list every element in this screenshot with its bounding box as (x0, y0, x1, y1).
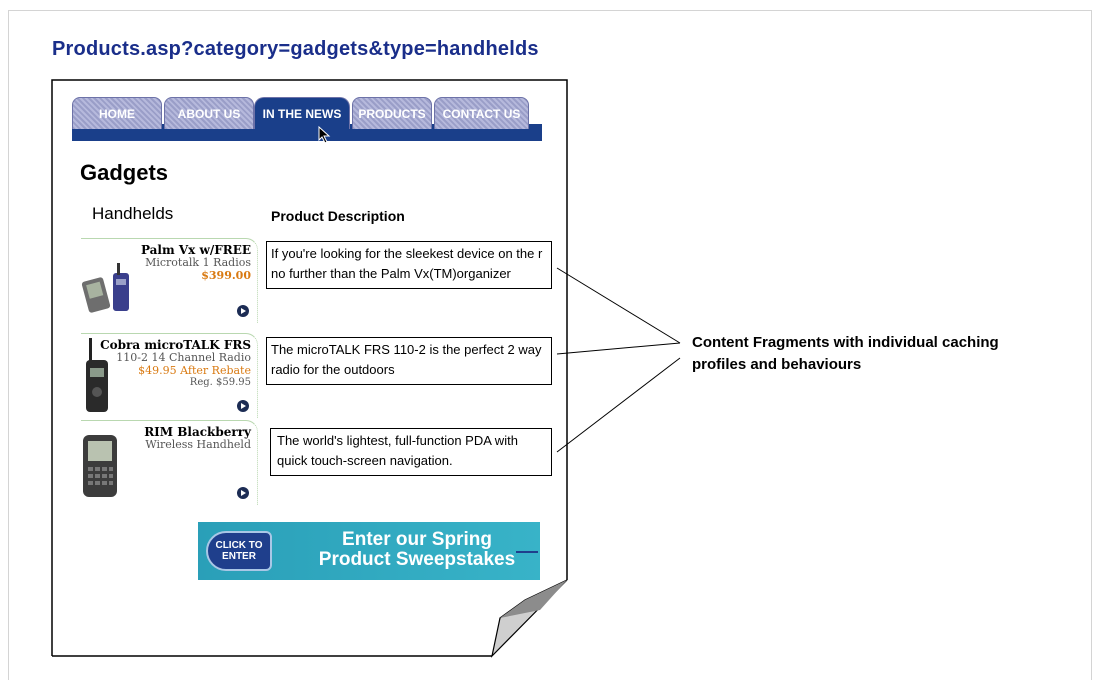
product-subtitle: Wireless Handheld (145, 438, 251, 451)
tab-products[interactable]: PRODUCTS (352, 97, 432, 129)
go-arrow-icon[interactable] (237, 305, 249, 317)
click-to-enter-button[interactable]: CLICK TO ENTER (206, 531, 272, 571)
product-regular-price: Reg. $59.95 (189, 377, 251, 388)
banner-text: Enter our Spring Product Sweepstakes (302, 530, 532, 570)
product-card-palm[interactable]: Palm Vx w/FREE Microtalk 1 Radios $399.0… (81, 238, 258, 323)
product-name[interactable]: Palm Vx w/FREE (141, 243, 251, 257)
product-price: $399.00 (201, 269, 251, 282)
tab-contact-us[interactable]: CONTACT US (434, 97, 529, 129)
description-line: The world's lightest, full-function PDA … (277, 433, 518, 448)
banner-button-line: CLICK TO (215, 540, 263, 551)
category-subtitle: Handhelds (92, 204, 174, 223)
sweepstakes-banner[interactable]: CLICK TO ENTER Enter our Spring Product … (198, 522, 540, 580)
connector-line-1 (556, 267, 681, 344)
go-arrow-icon[interactable] (237, 400, 249, 412)
banner-text-line: Product Sweepstakes (318, 549, 516, 570)
mouse-cursor-icon (318, 126, 331, 144)
product-card-cobra[interactable]: Cobra microTALK FRS 110-2 14 Channel Rad… (81, 333, 258, 418)
banner-button-line: ENTER (222, 551, 256, 562)
page-title: Gadgets (80, 160, 169, 185)
banner-text-line: Enter our Spring (342, 529, 492, 550)
product-name[interactable]: RIM Blackberry (144, 425, 251, 439)
tab-in-the-news[interactable]: IN THE NEWS (254, 97, 350, 129)
description-line: radio for the outdoors (271, 362, 395, 377)
annotation-line: Content Fragments with individual cachin… (692, 334, 999, 351)
connector-line-3 (556, 357, 681, 453)
tab-home[interactable]: HOME (72, 97, 162, 129)
description-fragment-2: The microTALK FRS 110-2 is the perfect 2… (266, 337, 552, 385)
product-name[interactable]: Cobra microTALK FRS (100, 338, 251, 352)
description-fragment-1: If you're looking for the sleekest devic… (266, 241, 552, 289)
description-line: The microTALK FRS 110-2 is the perfect 2… (271, 342, 542, 357)
product-subtitle: 110-2 14 Channel Radio (116, 351, 251, 364)
blackberry-device-icon (83, 435, 117, 497)
description-line: If you're looking for the sleekest devic… (271, 246, 543, 261)
product-price: $49.95 After Rebate (138, 364, 251, 377)
go-arrow-icon[interactable] (237, 487, 249, 499)
nav-bar: HOME ABOUT US IN THE NEWS PRODUCTS CONTA… (72, 97, 542, 143)
description-line: quick touch-screen navigation. (277, 453, 453, 468)
description-fragment-3: The world's lightest, full-function PDA … (270, 428, 552, 476)
description-line: no further than the Palm Vx(TM)organizer (271, 266, 511, 281)
tab-about-us[interactable]: ABOUT US (164, 97, 254, 129)
annotation-label: Content Fragments with individual cachin… (692, 332, 999, 376)
banner-accent-line (516, 551, 538, 553)
connector-line-2 (556, 342, 681, 355)
annotation-line: profiles and behaviours (692, 356, 862, 373)
product-subtitle: Microtalk 1 Radios (145, 256, 251, 269)
product-card-blackberry[interactable]: RIM Blackberry Wireless Handheld (81, 420, 258, 505)
palm-device-icon (81, 263, 129, 313)
description-header: Product Description (271, 208, 405, 224)
